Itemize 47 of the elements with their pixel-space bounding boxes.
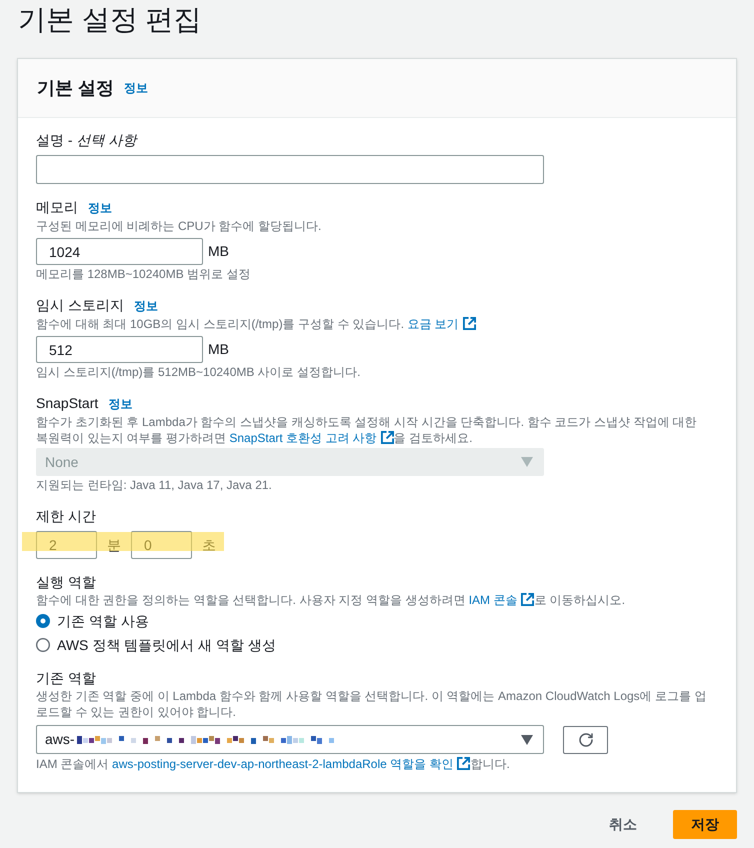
field-label: 설명 - 선택 사항 bbox=[36, 131, 136, 150]
field-label: 임시 스토리지 bbox=[36, 296, 124, 315]
page-title: 기본 설정 편집 bbox=[17, 3, 203, 37]
field-label: SnapStart bbox=[36, 394, 98, 413]
external-link[interactable]: IAM 콘솔 bbox=[468, 593, 534, 607]
save-button[interactable]: 저장 bbox=[673, 810, 737, 839]
text-input[interactable] bbox=[36, 155, 544, 184]
unit-label: MB bbox=[208, 340, 229, 359]
radio-option[interactable]: AWS 정책 템플릿에서 새 역할 생성 bbox=[36, 635, 276, 655]
external-link-icon bbox=[462, 317, 476, 330]
unit-label: 초 bbox=[202, 536, 216, 554]
info-link[interactable]: 정보 bbox=[124, 79, 148, 97]
panel-title: 기본 설정 bbox=[37, 76, 114, 100]
field-description: 생성한 기존 역할 중에 이 Lambda 함수와 함께 사용할 역할을 선택합니다. 이 역할에는 Amazon CloudWatch Logs에 로그를 업로드할 수 있는 권한이 있어야 합니다. bbox=[36, 688, 708, 720]
info-link[interactable]: 정보 bbox=[88, 198, 112, 218]
refresh-button[interactable] bbox=[563, 726, 608, 754]
field-label: 메모리 bbox=[36, 198, 78, 217]
field-hint: IAM 콘솔에서 aws-posting-server-dev-ap-northeast-2-lambdaRole 역할을 확인 합니다. bbox=[36, 756, 511, 772]
field-hint: 지원되는 런타임: Java 11, Java 17, Java 21. bbox=[36, 477, 273, 493]
number-input[interactable]: 512 bbox=[36, 336, 203, 363]
unit-label: 분 bbox=[107, 536, 121, 554]
field-label: 제한 시간 bbox=[36, 507, 96, 526]
field-description: 함수에 대한 권한을 정의하는 역할을 선택합니다. 사용자 지정 역할을 생성하려면 IAM 콘솔 로 이동하십시오. bbox=[36, 592, 626, 608]
field-hint: 임시 스토리지(/tmp)를 512MB~10240MB 사이로 설정합니다. bbox=[36, 364, 362, 380]
external-link-icon bbox=[521, 593, 534, 606]
duration-input[interactable]: 0 bbox=[131, 531, 192, 559]
unit-label: MB bbox=[208, 242, 229, 261]
role-dropdown[interactable]: aws- bbox=[36, 725, 544, 754]
radio-option[interactable]: 기존 역할 사용 bbox=[36, 611, 149, 631]
field-hint: 메모리를 128MB~10240MB 범위로 설정 bbox=[36, 266, 252, 282]
duration-input[interactable]: 2 bbox=[36, 531, 97, 559]
field-description: 함수에 대해 최대 10GB의 임시 스토리지(/tmp)를 구성할 수 있습니다. 요금 보기 bbox=[36, 316, 712, 332]
info-link[interactable]: 정보 bbox=[134, 296, 158, 316]
role-link[interactable]: aws-posting-server-dev-ap-northeast-2-lambdaRole 역할을 확인 bbox=[112, 757, 470, 771]
field-label: 실행 역할 bbox=[36, 573, 96, 592]
external-link[interactable]: 요금 보기 bbox=[407, 317, 476, 331]
refresh-icon bbox=[578, 732, 594, 748]
external-link-icon bbox=[380, 431, 394, 444]
cancel-button[interactable]: 취소 bbox=[599, 810, 647, 838]
dropdown-value: aws- bbox=[45, 730, 75, 749]
caret-down-icon bbox=[521, 457, 533, 467]
field-label: 기존 역할 bbox=[36, 669, 96, 688]
caret-down-icon bbox=[521, 734, 533, 744]
field-description: 함수가 초기화된 후 Lambda가 함수의 스냅샷을 캐싱하도록 설정해 시작 시간을 단축합니다. 함수 코드가 스냅샷 작업에 대한 복원력이 있는지 여부를 평가하려면 SnapStart 호환성 고려 사항 을 검토하세요. bbox=[36, 414, 698, 446]
external-link-icon bbox=[457, 757, 470, 770]
field-description: 구성된 메모리에 비례하는 CPU가 함수에 할당됩니다. bbox=[36, 218, 322, 234]
number-input[interactable]: 1024 bbox=[36, 238, 203, 265]
